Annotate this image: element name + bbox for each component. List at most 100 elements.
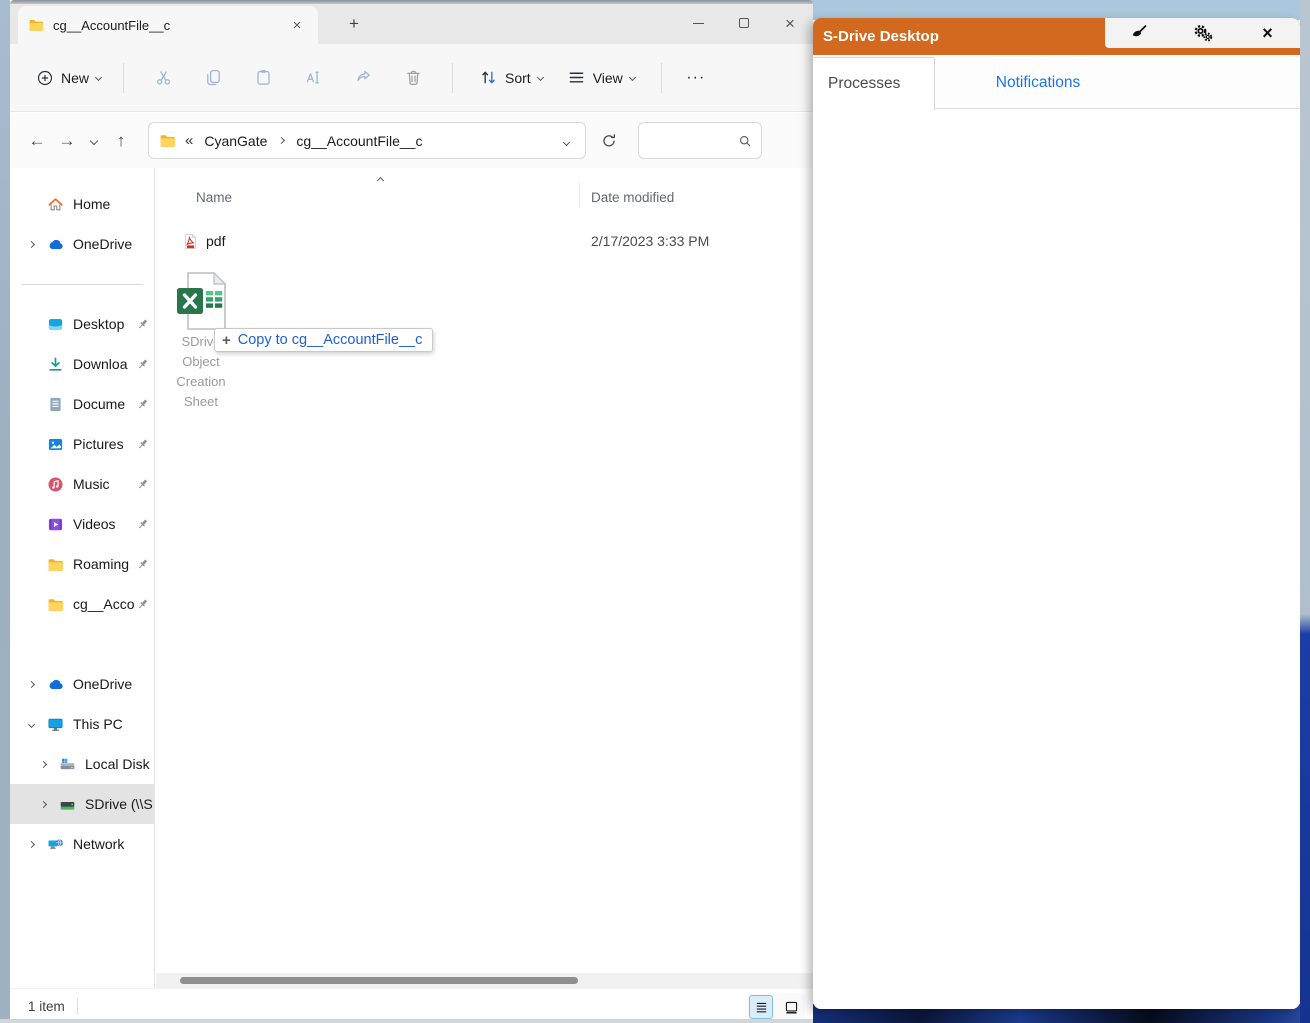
share-button[interactable] [341,59,385,97]
chevron-right-icon[interactable] [36,802,50,807]
scrollbar-thumb[interactable] [180,977,578,984]
explorer-status-bar: 1 item [10,988,813,1023]
address-dropdown-button[interactable] [558,128,575,154]
breadcrumb-cyangate[interactable]: CyanGate [200,130,271,152]
recent-locations-button[interactable] [82,125,106,157]
minimize-button[interactable] [675,4,721,42]
arrow-up-icon: ↑ [117,131,126,151]
forward-button[interactable]: → [52,125,82,157]
pdf-file-icon [182,233,199,250]
copy-button[interactable] [191,59,235,97]
cut-button[interactable] [141,59,185,97]
sidebar-item-onedrive[interactable]: OneDrive [10,664,154,704]
delete-button[interactable] [391,59,435,97]
search-box[interactable] [638,122,762,159]
excel-file-icon[interactable] [175,271,227,331]
toolbar-divider [123,63,124,93]
sidebar-item-network[interactable]: Network [10,824,154,864]
column-header-date-modified[interactable]: Date modified [591,190,674,205]
sidebar-item-label: SDrive (\\S [85,796,154,812]
tab-notifications[interactable]: Notifications [953,57,1123,109]
sidebar-item-home[interactable]: Home [10,184,154,224]
pin-icon [134,597,150,612]
large-icons-view-button[interactable] [779,995,803,1019]
paste-button[interactable] [241,59,285,97]
search-input[interactable] [647,133,737,148]
sort-ascending-caret-icon [377,177,384,184]
folder-icon [46,556,64,573]
back-button[interactable]: ← [22,125,52,157]
rename-button[interactable] [291,59,335,97]
window-controls: × [675,4,813,42]
tab-close-icon[interactable]: × [286,14,308,36]
sidebar-separator [10,264,154,304]
sidebar-item-desktop[interactable]: Desktop [10,304,154,344]
column-header-name[interactable]: Name [196,190,232,205]
pin-icon [134,477,150,492]
close-button[interactable]: × [767,4,813,42]
sidebar-item-label: OneDrive [73,236,154,252]
maximize-button[interactable] [721,4,767,42]
column-divider[interactable] [579,182,580,208]
thispc-icon [46,716,64,733]
sidebar-item-label: Network [73,836,154,852]
up-button[interactable]: ↑ [106,125,136,157]
sidebar-item-videos[interactable]: Videos [10,504,154,544]
desktop-wallpaper-top [810,0,1310,20]
horizontal-scrollbar[interactable] [156,973,813,988]
desktop-wallpaper-right [1300,0,1310,1023]
tab-processes[interactable]: Processes [813,57,935,110]
explorer-address-row: ← → ↑ « CyanGate cg__AccountFile__c [10,113,813,168]
pin-icon [134,317,150,332]
file-explorer-window: cg__AccountFile__c × + × New [10,0,813,1023]
chevron-right-icon[interactable] [36,762,50,767]
sidebar-item-downloa[interactable]: Downloa [10,344,154,384]
sidebar-item-docume[interactable]: Docume [10,384,154,424]
details-view-button[interactable] [749,995,773,1019]
paste-icon [254,68,273,87]
sdrive-close-button[interactable]: × [1235,18,1300,48]
sidebar-item-sdrive-s[interactable]: SDrive (\\S [10,784,154,824]
sidebar-item-local-disk[interactable]: Local Disk [10,744,154,784]
sidebar-item-music[interactable]: Music [10,464,154,504]
desktop: cg__AccountFile__c × + × New [0,0,1310,1023]
chevron-right-icon[interactable] [24,682,38,687]
plus-circle-icon [36,69,54,87]
file-row-pdf[interactable]: pdf 2/17/2023 3:33 PM [156,226,813,258]
chevron-right-icon[interactable] [24,242,38,247]
chevron-down-icon[interactable] [24,722,38,727]
clean-button[interactable] [1105,18,1170,48]
folder-icon [46,596,64,613]
desktop-wallpaper-left [0,0,10,1023]
scissors-icon [154,68,173,87]
localdisk-icon [58,756,76,773]
gears-icon [1191,23,1215,44]
sidebar-item-this-pc[interactable]: This PC [10,704,154,744]
chevron-right-icon[interactable] [24,842,38,847]
desktop-icon [46,316,64,333]
refresh-button[interactable] [592,125,626,157]
search-icon [737,133,753,149]
file-list-pane[interactable]: Name Date modified pdf 2/17/2023 3:33 PM… [156,168,813,988]
address-bar[interactable]: « CyanGate cg__AccountFile__c [148,122,586,159]
sdrive-content-area [813,111,1300,1009]
new-tab-button[interactable]: + [340,10,368,38]
file-name: pdf [206,233,225,249]
breadcrumb-current[interactable]: cg__AccountFile__c [292,130,426,152]
new-button[interactable]: New [28,63,109,93]
see-more-button[interactable]: ··· [676,60,716,96]
sidebar-item-pictures[interactable]: Pictures [10,424,154,464]
settings-button[interactable] [1170,18,1235,48]
view-button[interactable]: View [559,62,643,93]
view-toggles [747,993,805,1021]
broom-icon [1127,23,1149,43]
sdrive-titlebar[interactable]: S-Drive Desktop × [813,18,1300,55]
explorer-tab-strip: cg__AccountFile__c × + × [10,4,813,44]
copy-icon [204,68,223,87]
explorer-tab[interactable]: cg__AccountFile__c × [18,6,318,44]
sort-button[interactable]: Sort [471,62,551,93]
breadcrumb-overflow[interactable]: « [185,132,193,149]
sidebar-item-roaming[interactable]: Roaming [10,544,154,584]
sidebar-item-cg-acco[interactable]: cg__Acco [10,584,154,624]
sidebar-item-onedrive[interactable]: OneDrive [10,224,154,264]
